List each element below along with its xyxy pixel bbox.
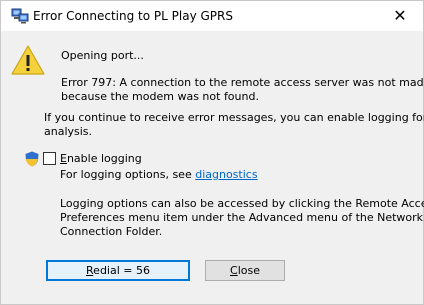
enable-logging-checkbox[interactable] xyxy=(43,152,56,165)
close-icon[interactable]: ✕ xyxy=(377,1,423,31)
enable-logging-label-rest: nable logging xyxy=(66,152,142,165)
error-text-line2: because the modem was not found. xyxy=(61,90,259,103)
logging-note-line2: Preferences menu item under the Advanced… xyxy=(60,211,424,224)
error-text-line1: Error 797: A connection to the remote ac… xyxy=(61,76,424,89)
diagnostics-link[interactable]: diagnostics xyxy=(195,168,257,181)
close-button[interactable]: Close xyxy=(205,260,285,281)
enable-logging-label[interactable]: Enable logging xyxy=(60,152,142,165)
logging-note-line1: Logging options can also be accessed by … xyxy=(60,197,424,210)
warning-icon xyxy=(10,44,46,76)
network-connection-icon xyxy=(11,7,29,24)
window-title: Error Connecting to PL Play GPRS xyxy=(33,9,233,23)
uac-shield-icon xyxy=(25,151,39,167)
error-dialog: Error Connecting to PL Play GPRS ✕ Openi… xyxy=(0,0,424,305)
enable-logging-label-accel: E xyxy=(60,152,67,165)
info-text-line1: If you continue to receive error message… xyxy=(44,111,424,124)
redial-button-label: edial = 56 xyxy=(93,264,150,277)
info-text-line2: analysis. xyxy=(44,125,93,138)
title-bar[interactable]: Error Connecting to PL Play GPRS ✕ xyxy=(1,1,423,31)
close-button-label: lose xyxy=(237,264,260,277)
close-button-accel: C xyxy=(230,264,238,277)
logging-options-text: For logging options, see diagnostics xyxy=(60,168,258,181)
logging-note-line3: Connection Folder. xyxy=(60,225,163,238)
redial-button[interactable]: Redial = 56 xyxy=(46,260,190,281)
status-text: Opening port... xyxy=(61,49,144,62)
logging-options-prefix: For logging options, see xyxy=(60,168,196,181)
